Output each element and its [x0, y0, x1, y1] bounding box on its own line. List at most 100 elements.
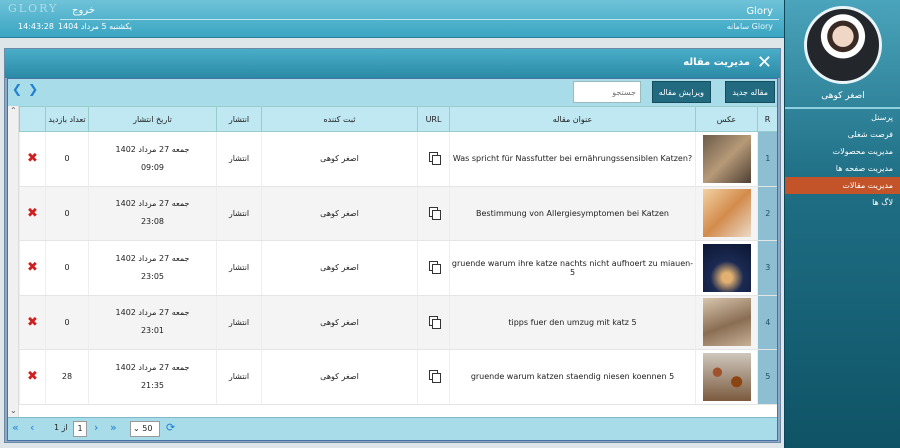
col-header-date[interactable]: تاریخ انتشار — [88, 106, 217, 132]
chevron-left-icon[interactable]: ❮ — [12, 82, 22, 96]
table-row[interactable]: 3 gruende warum ihre katze nachts nicht … — [19, 240, 777, 296]
col-header-visits[interactable]: تعداد بازدید — [45, 106, 89, 132]
copy-icon[interactable] — [428, 206, 441, 220]
author-cell: اصغر کوهی — [261, 131, 418, 187]
visits-cell: 0 — [45, 295, 89, 350]
delete-icon[interactable]: ✖ — [27, 369, 38, 384]
row-number: 4 — [757, 295, 777, 350]
publish-time: 23:01 — [140, 326, 165, 336]
title-cell: gruende warum katzen staendig niesen koe… — [449, 349, 696, 405]
article-management-panel: ✕ مدیریت مقاله ❮❯ ویرایش مقاله مقاله جدی… — [4, 48, 781, 443]
page-size-value: 50 — [142, 424, 153, 433]
delete-icon[interactable]: ✖ — [27, 315, 38, 330]
total-pages: 1 — [54, 423, 60, 432]
app-name: Glory — [746, 6, 773, 17]
search-input[interactable] — [573, 81, 641, 103]
edit-article-button[interactable]: ویرایش مقاله — [651, 81, 711, 103]
col-header-url[interactable]: URL — [417, 106, 450, 132]
first-page-icon[interactable]: « — [12, 421, 19, 434]
article-thumbnail[interactable] — [702, 298, 751, 347]
copy-icon[interactable] — [428, 315, 441, 329]
col-header-image[interactable]: عکس — [695, 106, 758, 132]
col-header-title[interactable]: عنوان مقاله — [449, 106, 696, 132]
toolbar-nav: ❮ ❯ — [12, 82, 44, 96]
image-cell — [695, 349, 758, 405]
publish-date: جمعه 27 مرداد 1402 — [115, 199, 190, 209]
url-cell — [417, 240, 450, 296]
publish-time: 21:35 — [140, 380, 165, 390]
new-article-button[interactable]: مقاله جدید — [725, 81, 775, 103]
panel-header: ✕ مدیریت مقاله — [5, 49, 780, 78]
scroll-down-icon[interactable]: ⌄ — [10, 406, 17, 415]
sidebar-item-articles[interactable]: مدیریت مقالات — [785, 177, 900, 194]
author-cell: اصغر کوهی — [261, 349, 418, 405]
article-thumbnail[interactable] — [702, 352, 751, 401]
article-thumbnail[interactable] — [702, 134, 751, 183]
sidebar-item-jobs[interactable]: فرصت شغلی — [785, 126, 900, 143]
refresh-icon[interactable]: ⟳ — [166, 421, 175, 434]
pagination-bar: « ‹ 1 از 1 › » ⌄ 50 ⟳ — [8, 417, 777, 440]
row-number: 5 — [757, 349, 777, 405]
copy-icon[interactable] — [428, 370, 441, 384]
date-cell: جمعه 27 مرداد 1402 09:09 — [88, 131, 217, 187]
row-number: 1 — [757, 131, 777, 187]
article-thumbnail[interactable] — [702, 243, 751, 292]
delete-cell: ✖ — [19, 186, 46, 241]
publish-cell: انتشار — [216, 131, 262, 187]
image-cell — [695, 240, 758, 296]
page-size-select[interactable]: ⌄ 50 — [130, 421, 160, 437]
col-header-author[interactable]: ثبت کننده — [261, 106, 418, 132]
col-header-r[interactable]: R — [757, 106, 777, 132]
delete-icon[interactable]: ✖ — [27, 260, 38, 275]
prev-page-icon[interactable]: ‹ — [30, 421, 34, 434]
col-header-delete — [19, 106, 46, 132]
sidebar-item-logs[interactable]: لاگ ها — [785, 194, 900, 211]
delete-cell: ✖ — [19, 240, 46, 296]
delete-icon[interactable]: ✖ — [27, 151, 38, 166]
author-cell: اصغر کوهی — [261, 295, 418, 350]
sidebar-item-pages[interactable]: مدیریت صفحه ها — [785, 160, 900, 177]
title-cell: Bestimmung von Allergiesymptomen bei Kat… — [449, 186, 696, 241]
sidebar-item-personnel[interactable]: پرسنل — [785, 109, 900, 126]
table-row[interactable]: 2 Bestimmung von Allergiesymptomen bei K… — [19, 186, 777, 241]
copy-icon[interactable] — [428, 152, 441, 166]
vertical-scrollbar[interactable]: ⌃ ⌄ — [8, 106, 19, 417]
next-page-icon[interactable]: › — [94, 421, 98, 434]
publish-time: 09:09 — [140, 162, 165, 172]
image-cell — [695, 131, 758, 187]
title-cell: tipps fuer den umzug mit katz 5 — [449, 295, 696, 350]
publish-date: جمعه 27 مرداد 1402 — [115, 253, 190, 263]
date-cell: جمعه 27 مرداد 1402 23:01 — [88, 295, 217, 350]
chevron-right-icon[interactable]: ❯ — [28, 82, 38, 96]
sidebar: اصغر کوهی پرسنل فرصت شغلی مدیریت محصولات… — [784, 0, 900, 448]
col-header-publish[interactable]: انتشار — [216, 106, 262, 132]
visits-cell: 28 — [45, 349, 89, 405]
visits-cell: 0 — [45, 131, 89, 187]
delete-icon[interactable]: ✖ — [27, 206, 38, 221]
delete-cell: ✖ — [19, 295, 46, 350]
logout-link[interactable]: خروج — [72, 5, 95, 16]
publish-cell: انتشار — [216, 295, 262, 350]
publish-time: 23:05 — [140, 271, 165, 281]
table-row[interactable]: 1 Was spricht für Nassfutter bei ernähru… — [19, 131, 777, 187]
close-icon[interactable]: ✕ — [757, 52, 772, 73]
date-cell: جمعه 27 مرداد 1402 23:05 — [88, 240, 217, 296]
row-number: 2 — [757, 186, 777, 241]
title-cell: Was spricht für Nassfutter bei ernährung… — [449, 131, 696, 187]
page-number-input[interactable]: 1 — [73, 421, 87, 437]
article-thumbnail[interactable] — [702, 189, 751, 238]
scroll-up-icon[interactable]: ⌃ — [10, 106, 17, 115]
visits-cell: 0 — [45, 240, 89, 296]
article-table: R عکس عنوان مقاله URL ثبت کننده انتشار ت… — [19, 106, 777, 405]
table-row[interactable]: 5 gruende warum katzen staendig niesen k… — [19, 349, 777, 405]
date-cell: جمعه 27 مرداد 1402 23:08 — [88, 186, 217, 241]
url-cell — [417, 295, 450, 350]
table-row[interactable]: 4 tipps fuer den umzug mit katz 5 اصغر ک… — [19, 295, 777, 350]
last-page-icon[interactable]: » — [110, 421, 117, 434]
publish-time: 23:08 — [140, 217, 165, 227]
sidebar-item-products[interactable]: مدیریت محصولات — [785, 143, 900, 160]
publish-cell: انتشار — [216, 186, 262, 241]
publish-date: جمعه 27 مرداد 1402 — [115, 144, 190, 154]
copy-icon[interactable] — [428, 261, 441, 275]
panel-title: مدیریت مقاله — [683, 57, 750, 68]
